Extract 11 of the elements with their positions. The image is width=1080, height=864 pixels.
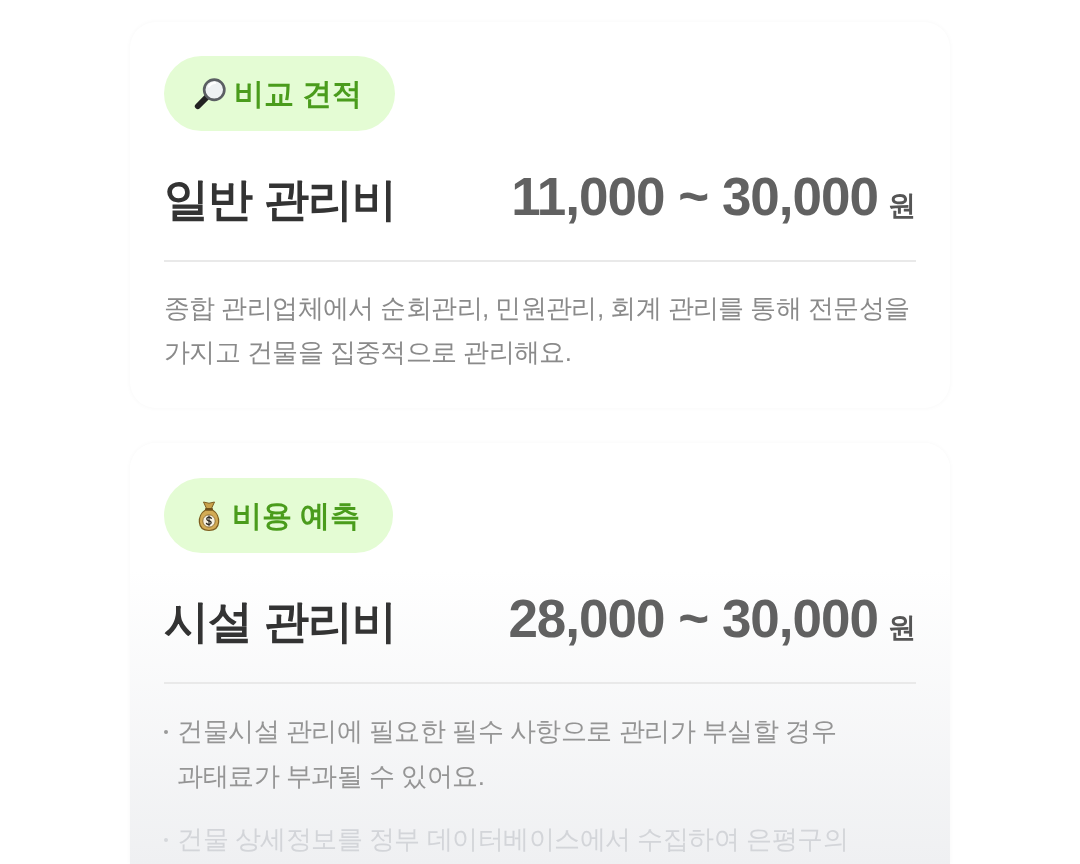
- price-range: 11,000 ~ 30,000: [511, 166, 878, 228]
- fee-title: 일반 관리비: [164, 173, 396, 227]
- description-text: 종합 관리업체에서 순회관리, 민원관리, 회계 관리를 통해 전문성을 가지고 건물을 집중적으로 관리해요.: [164, 292, 911, 369]
- currency-unit: 원: [888, 611, 916, 645]
- fee-title: 시설 관리비: [164, 595, 396, 649]
- bullet-text: 건물시설 관리에 필요한 필수 사항으로 관리가 부실할 경우 과태료가 부과될 수 있어요.: [177, 715, 838, 793]
- badge-text: 비교 견적: [234, 76, 363, 112]
- currency-unit: 원: [888, 189, 916, 223]
- price-range: 28,000 ~ 30,000: [508, 588, 878, 650]
- magnifier-icon: [193, 76, 227, 111]
- badge-text: 비용 예측: [232, 498, 361, 534]
